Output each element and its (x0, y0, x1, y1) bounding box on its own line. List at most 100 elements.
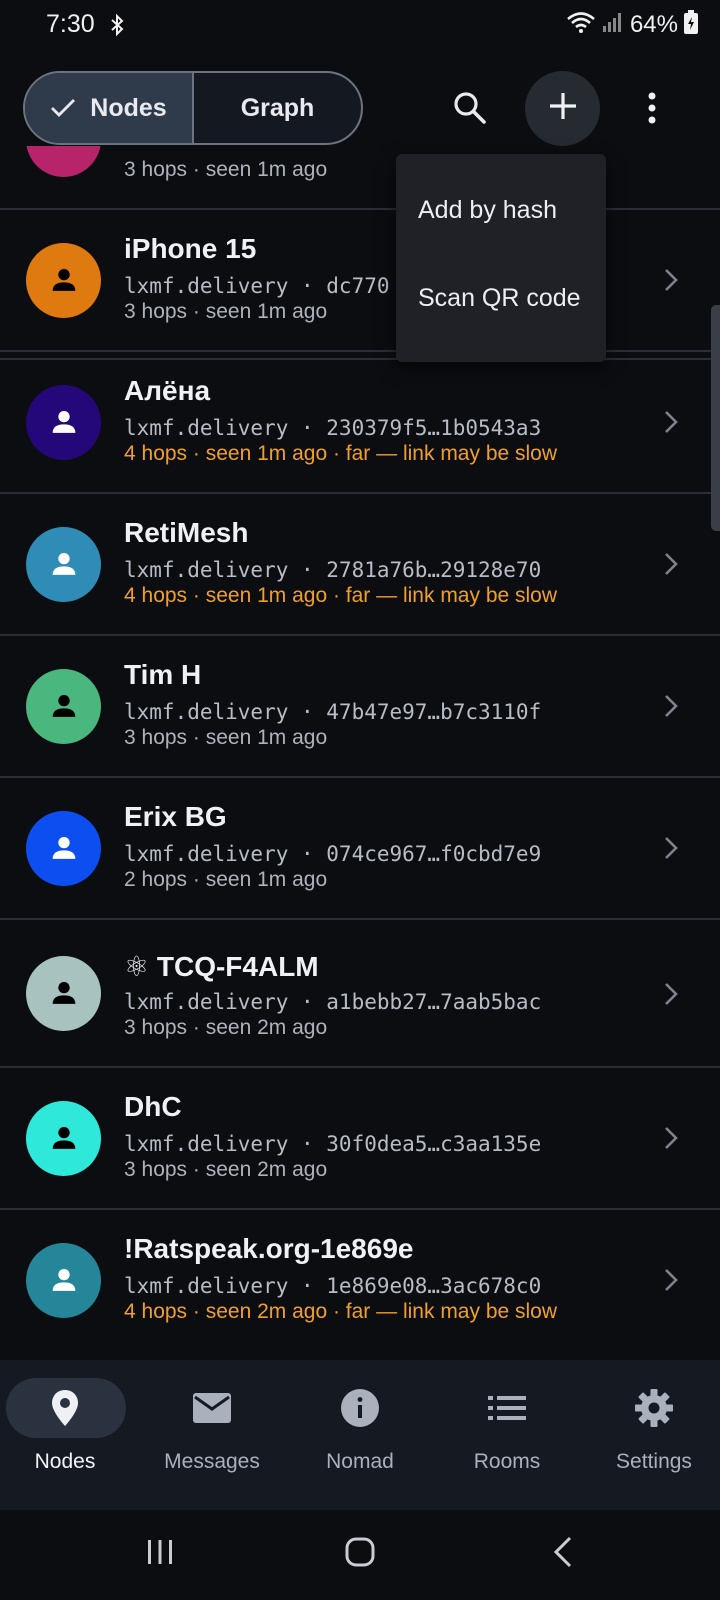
back-icon[interactable] (538, 1530, 588, 1574)
node-address: lxmf.delivery · 2781a76b…29128e70 (124, 558, 542, 582)
menu-item-add-by-hash[interactable]: Add by hash (418, 196, 557, 225)
battery-charging-icon (684, 10, 698, 39)
avatar (26, 527, 101, 602)
bottom-navigation: Nodes Messages Nomad Rooms Settings (0, 1360, 720, 1510)
avatar (26, 146, 101, 177)
nav-item-messages[interactable]: Messages (140, 1360, 284, 1510)
list-item[interactable]: Erix BG lxmf.delivery · 074ce967…f0cbd7e… (0, 778, 720, 920)
person-icon (52, 1268, 75, 1291)
person-icon (52, 694, 75, 717)
chevron-right-icon (660, 691, 682, 721)
avatar (26, 1101, 101, 1176)
node-name: DhC (124, 1091, 182, 1122)
node-name: ⚛ TCQ-F4ALM (124, 951, 319, 982)
search-icon[interactable] (448, 86, 492, 130)
node-address: lxmf.delivery · a1bebb27…7aab5bac (124, 990, 542, 1014)
segment-label: Graph (240, 93, 315, 122)
node-name: Tim H (124, 659, 202, 690)
more-vert-icon[interactable] (637, 88, 667, 128)
chevron-right-icon (660, 549, 682, 579)
nav-item-rooms[interactable]: Rooms (435, 1360, 579, 1510)
avatar (26, 811, 101, 886)
node-name: RetiMesh (124, 517, 249, 548)
chevron-right-icon (660, 1265, 682, 1295)
list-item[interactable]: 3 hops · seen 1m ago (0, 146, 720, 210)
node-name: Erix BG (124, 801, 227, 832)
list-item[interactable]: Алёна lxmf.delivery · 230379f5…1b0543a3 … (0, 352, 720, 494)
node-meta: 3 hops · seen 1m ago (124, 158, 328, 181)
home-icon[interactable] (335, 1530, 385, 1574)
nav-label: Settings (616, 1450, 692, 1473)
avatar (26, 669, 101, 744)
add-button[interactable] (525, 71, 600, 146)
node-address: lxmf.delivery · 30f0dea5…c3aa135e (124, 1132, 542, 1156)
node-meta: 3 hops · seen 2m ago (124, 1016, 328, 1039)
top-app-bar: Nodes Graph (0, 70, 720, 146)
node-address: lxmf.delivery · 230379f5…1b0543a3 (124, 416, 542, 440)
info-icon (288, 1386, 432, 1430)
node-address: lxmf.delivery · 47b47e97…b7c3110f (124, 700, 542, 724)
avatar (26, 385, 101, 460)
menu-item-scan-qr[interactable]: Scan QR code (418, 284, 581, 313)
node-name: iPhone 15 (124, 233, 257, 264)
avatar (26, 956, 101, 1031)
list-item[interactable]: RetiMesh lxmf.delivery · 2781a76b…29128e… (0, 494, 720, 636)
location-pin-icon (0, 1386, 137, 1430)
node-address: lxmf.delivery · 1e869e08…3ac678c0 (124, 1274, 542, 1298)
node-list: 3 hops · seen 1m ago iPhone 15 lxmf.deli… (0, 146, 720, 1360)
nav-label: Nomad (326, 1450, 394, 1473)
segment-label: Nodes (90, 93, 167, 122)
recent-apps-icon[interactable] (135, 1530, 185, 1574)
nav-item-nodes[interactable]: Nodes (0, 1360, 144, 1510)
chevron-right-icon (660, 1123, 682, 1153)
person-icon (52, 410, 75, 433)
view-toggle: Nodes Graph (23, 71, 363, 145)
system-navigation-bar (0, 1510, 720, 1600)
scrollbar-thumb[interactable] (711, 305, 720, 531)
signal-icon (602, 11, 624, 38)
node-address: lxmf.delivery · 074ce967…f0cbd7e9 (124, 842, 542, 866)
chevron-right-icon (660, 407, 682, 437)
chevron-right-icon (660, 265, 682, 295)
node-name: !Ratspeak.org-1e869e (124, 1233, 414, 1264)
status-bar: 7:30 64% (0, 0, 720, 52)
segment-nodes[interactable]: Nodes (25, 73, 194, 143)
segment-graph[interactable]: Graph (194, 73, 361, 143)
node-meta: 4 hops · seen 1m ago · far — link may be… (124, 584, 558, 607)
nav-item-settings[interactable]: Settings (582, 1360, 720, 1510)
check-icon (50, 98, 76, 118)
node-name: Алёна (124, 375, 211, 406)
person-icon (52, 552, 75, 575)
list-icon (435, 1386, 579, 1430)
list-item[interactable]: iPhone 15 lxmf.delivery · dc770 3 hops ·… (0, 210, 720, 352)
node-meta: 2 hops · seen 1m ago (124, 868, 328, 891)
node-meta: 4 hops · seen 2m ago · far — link may be… (124, 1300, 558, 1323)
mail-icon (140, 1386, 284, 1430)
avatar (26, 243, 101, 318)
list-item[interactable]: Tim H lxmf.delivery · 47b47e97…b7c3110f … (0, 636, 720, 778)
person-icon (52, 981, 75, 1004)
battery-percent: 64% (629, 10, 678, 38)
person-icon (52, 836, 75, 859)
person-icon (52, 268, 75, 291)
status-time: 7:30 (46, 10, 95, 38)
node-meta: 3 hops · seen 1m ago (124, 726, 328, 749)
bluetooth-icon (110, 13, 124, 42)
node-meta: 4 hops · seen 1m ago · far — link may be… (124, 442, 558, 465)
node-meta: 3 hops · seen 1m ago (124, 300, 328, 323)
wifi-icon (566, 10, 596, 39)
node-address: lxmf.delivery · dc770 (124, 274, 390, 298)
nav-label: Messages (164, 1450, 260, 1473)
add-icon (548, 91, 578, 126)
nav-label: Rooms (473, 1450, 541, 1473)
person-icon (52, 1126, 75, 1149)
add-menu: Add by hash Scan QR code (396, 154, 606, 362)
chevron-right-icon (660, 979, 682, 1009)
avatar (26, 1243, 101, 1318)
node-meta: 3 hops · seen 2m ago (124, 1158, 328, 1181)
list-item[interactable]: ⚛ TCQ-F4ALM lxmf.delivery · a1bebb27…7aa… (0, 920, 720, 1068)
nav-label: Nodes (34, 1450, 96, 1473)
list-item[interactable]: !Ratspeak.org-1e869e lxmf.delivery · 1e8… (0, 1210, 720, 1360)
nav-item-nomad[interactable]: Nomad (288, 1360, 432, 1510)
list-item[interactable]: DhC lxmf.delivery · 30f0dea5…c3aa135e 3 … (0, 1068, 720, 1210)
